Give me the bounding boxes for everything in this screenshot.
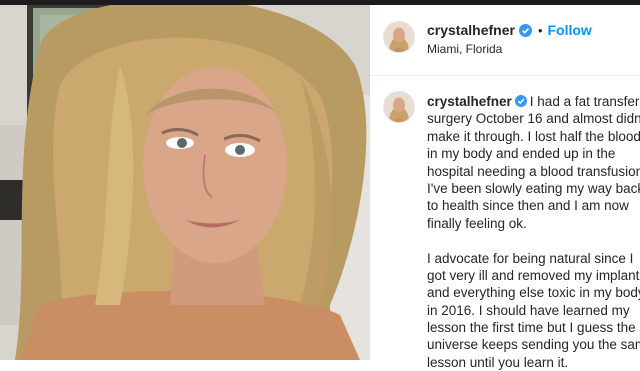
caption-line: and everything else toxic in my body xyxy=(427,285,640,301)
caption-line: in my body and ended up in the xyxy=(427,146,616,162)
caption-username-link[interactable]: crystalhefner xyxy=(427,94,512,109)
caption-line: lesson the first time but I guess the xyxy=(427,320,636,336)
caption-line: I advocate for being natural since I xyxy=(427,250,634,266)
caption-line: finally feeling ok. xyxy=(427,215,527,231)
caption-text: I had a fat transfer xyxy=(529,94,640,109)
post-sidebar: crystalhefner • Follow Miami, Florida cr… xyxy=(370,5,640,370)
post-photo-image xyxy=(0,5,370,360)
header-divider xyxy=(370,75,640,76)
caption-line: got very ill and removed my implants xyxy=(427,267,640,283)
follow-button[interactable]: Follow xyxy=(548,22,592,38)
verified-badge-icon xyxy=(518,23,532,37)
caption-line: hospital needing a blood transfusion. xyxy=(427,163,640,179)
caption-avatar[interactable] xyxy=(383,91,415,123)
separator-dot: • xyxy=(537,22,543,38)
profile-avatar[interactable] xyxy=(383,21,415,53)
post-header: crystalhefner • Follow xyxy=(427,22,592,38)
caption-line: crystalhefner I had a fat transfer xyxy=(427,93,640,110)
location-link[interactable]: Miami, Florida xyxy=(427,42,502,56)
caption-line: lesson until you learn it. xyxy=(427,354,569,370)
caption-line: make it through. I lost half the blood xyxy=(427,128,640,144)
caption-line: in 2016. I should have learned my xyxy=(427,302,630,318)
caption-line: universe keeps sending you the same xyxy=(427,337,640,353)
post-photo[interactable] xyxy=(0,5,370,360)
caption-line: to health since then and I am now xyxy=(427,198,629,214)
verified-badge-icon xyxy=(514,95,527,107)
caption-line: I've been slowly eating my way back xyxy=(427,180,640,196)
post-caption: crystalhefner I had a fat transfer surger… xyxy=(427,93,640,371)
username-link[interactable]: crystalhefner xyxy=(427,22,515,38)
caption-line: surgery October 16 and almost didn't xyxy=(427,111,640,127)
